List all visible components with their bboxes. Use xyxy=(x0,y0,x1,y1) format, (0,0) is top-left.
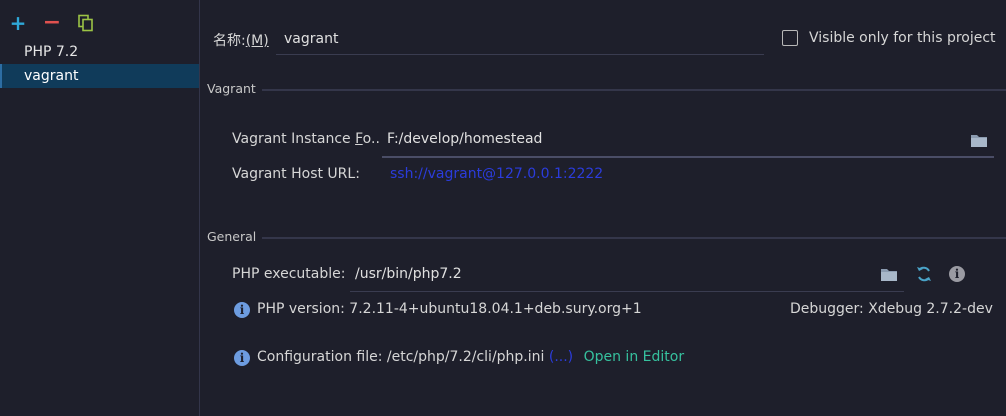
sidebar-item-php72[interactable]: PHP 7.2 xyxy=(0,40,199,64)
name-label-mnemonic: (M) xyxy=(245,33,269,49)
vagrant-instance-label-mnemonic: F xyxy=(355,131,363,147)
vagrant-host-url-value[interactable]: ssh://vagrant@127.0.0.1:2222 xyxy=(390,166,603,182)
add-icon[interactable]: + xyxy=(8,13,28,33)
name-label-text: 名称: xyxy=(213,33,246,49)
vagrant-section-title: Vagrant xyxy=(207,81,256,96)
general-section-title: General xyxy=(207,229,257,244)
general-section-divider xyxy=(262,237,1006,239)
php-executable-browse-icon[interactable] xyxy=(879,264,899,284)
interpreter-settings-panel: 名称:(M) vagrant Visible only for this pro… xyxy=(200,0,1006,416)
config-file-text: Configuration file: /etc/php/7.2/cli/php… xyxy=(257,349,545,365)
vagrant-instance-field[interactable]: F:/develop/homestead xyxy=(382,127,994,158)
sidebar-item-label: PHP 7.2 xyxy=(24,44,79,60)
vagrant-instance-label-text: Vagrant Instance xyxy=(232,131,356,147)
vagrant-instance-value: F:/develop/homestead xyxy=(387,131,543,147)
name-field[interactable]: vagrant xyxy=(276,28,764,55)
vagrant-host-url-label: Vagrant Host URL: xyxy=(232,166,360,182)
reload-icon[interactable] xyxy=(914,264,934,284)
php-version-info-icon: i xyxy=(234,302,250,318)
name-field-value: vagrant xyxy=(284,31,339,47)
visible-only-label: Visible only for this project xyxy=(809,30,996,46)
config-file-info-icon: i xyxy=(234,350,250,366)
php-version-text: PHP version: 7.2.11-4+ubuntu18.04.1+deb.… xyxy=(257,301,642,317)
php-executable-value: /usr/bin/php7.2 xyxy=(355,266,462,282)
vagrant-section-divider xyxy=(262,89,1006,91)
php-executable-label: PHP executable: xyxy=(232,266,346,282)
config-file-more-link[interactable]: (...) xyxy=(549,349,573,365)
sidebar-item-label: vagrant xyxy=(24,68,79,84)
sidebar-item-vagrant[interactable]: vagrant xyxy=(0,64,199,88)
sidebar-toolbar: + − xyxy=(8,12,96,34)
open-in-editor-link[interactable]: Open in Editor xyxy=(584,349,685,365)
copy-icon[interactable] xyxy=(76,13,96,33)
visible-only-checkbox[interactable] xyxy=(782,30,798,46)
remove-icon[interactable]: − xyxy=(42,12,62,34)
php-executable-field[interactable]: /usr/bin/php7.2 xyxy=(350,261,904,292)
interpreter-sidebar: + − PHP 7.2 vagrant xyxy=(0,0,200,416)
vagrant-instance-label-suffix: o.. xyxy=(362,131,380,147)
browse-folder-icon[interactable] xyxy=(969,130,989,150)
vagrant-instance-label: Vagrant Instance Fo.. xyxy=(232,131,380,147)
debugger-text: Debugger: Xdebug 2.7.2-dev xyxy=(790,301,993,317)
info-details-icon[interactable]: i xyxy=(947,264,967,284)
config-file-line: Configuration file: /etc/php/7.2/cli/php… xyxy=(257,349,684,365)
name-label: 名称:(M) xyxy=(213,30,269,50)
